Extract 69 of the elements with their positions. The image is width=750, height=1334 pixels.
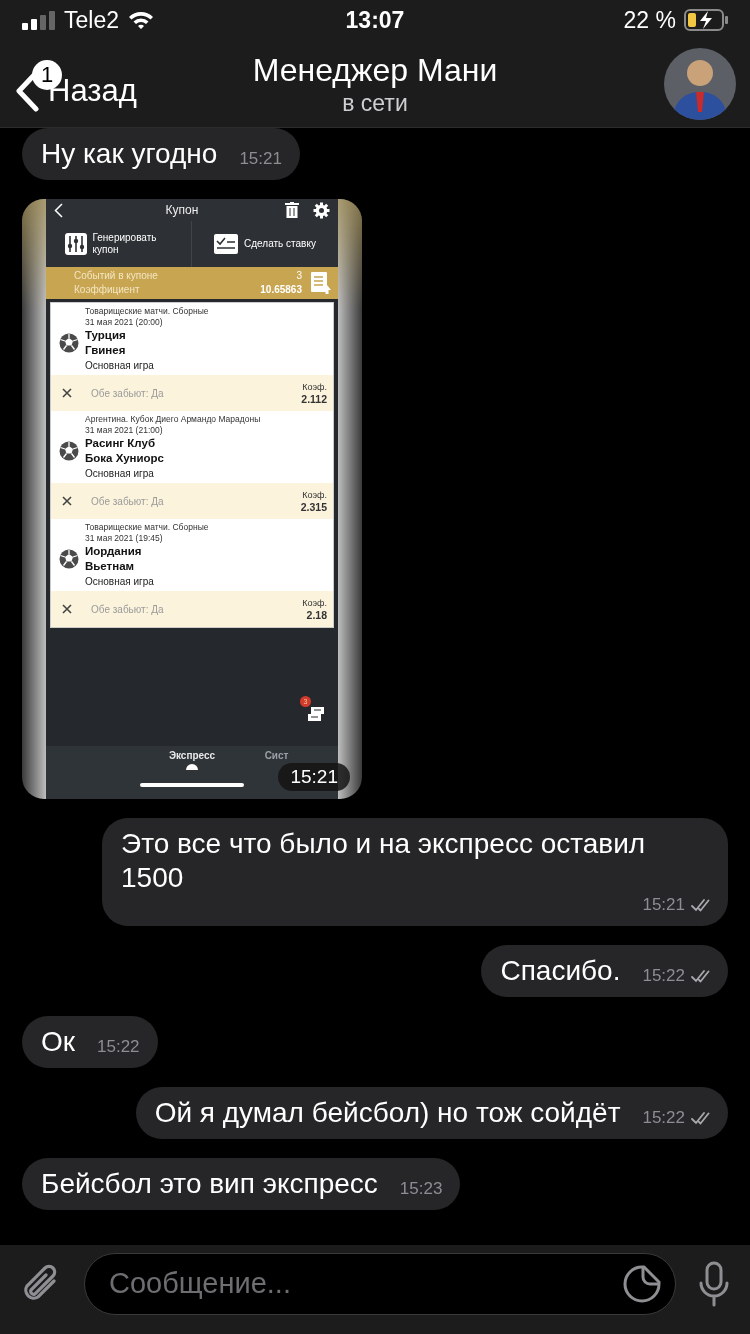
soccer-ball-icon — [59, 548, 79, 569]
total-odds: 10.65863 — [260, 283, 302, 297]
microphone-icon[interactable] — [698, 1260, 730, 1307]
team-name: Иордания — [85, 544, 143, 559]
clock-time: 13:07 — [345, 6, 405, 34]
close-icon[interactable] — [62, 388, 72, 398]
ticket-icon[interactable] — [308, 706, 324, 722]
wifi-icon — [127, 10, 155, 30]
message-time: 15:21 — [239, 149, 282, 169]
message-text: Бейсбол это вип экспресс — [41, 1167, 378, 1201]
tab[interactable]: Экспресс — [168, 750, 216, 770]
soccer-ball-icon — [59, 332, 79, 353]
message-time: 15:22 — [97, 1037, 140, 1057]
message-text: Это все что было и на экспресс оставил 1500 — [121, 827, 647, 895]
team-name: Гвинея — [85, 343, 127, 358]
team-name: Расинг Клуб — [85, 436, 156, 451]
match-date: 31 мая 2021 (21:00) — [85, 425, 164, 436]
market-name: Основная игра — [85, 359, 155, 373]
message-time: 15:23 — [399, 1179, 443, 1199]
message-field[interactable]: Сообщение... — [84, 1252, 676, 1315]
chat-title: Менеджер Мани — [252, 50, 498, 89]
message-time: 15:21 — [642, 895, 685, 915]
close-icon[interactable] — [62, 604, 72, 614]
message-time: 15:22 — [642, 966, 685, 986]
team-name: Вьетнам — [85, 559, 136, 574]
battery-percent: 22 % — [623, 6, 676, 34]
events-count: 3 — [296, 269, 302, 283]
market-name: Основная игра — [85, 575, 155, 589]
team-name: Бока Хуниорс — [85, 451, 165, 466]
chevron-left-icon[interactable] — [54, 202, 63, 218]
screen-title: Купон — [164, 203, 200, 217]
match-date: 31 мая 2021 (20:00) — [85, 317, 164, 328]
settings-icon[interactable] — [313, 201, 330, 219]
trash-icon[interactable] — [285, 201, 299, 218]
sliders-icon — [64, 233, 87, 255]
league-name: Товарищеские матчи. Сборные — [85, 522, 210, 533]
message-text: Ой я думал бейсбол) но тож сойдёт — [154, 1096, 621, 1130]
selected-indicator-icon — [186, 763, 198, 770]
odds-label: Коэф. — [302, 380, 327, 393]
battery-charging-icon — [684, 9, 728, 31]
online-status: в сети — [342, 88, 408, 117]
odds-value: 2.112 — [301, 392, 327, 406]
message-text: Ну как угодно — [41, 137, 218, 171]
action-button[interactable]: Сделать ставку — [192, 221, 338, 267]
league-name: Аргентина. Кубок Диего Армандо Марадоны — [85, 414, 262, 425]
soccer-ball-icon — [59, 440, 79, 461]
outcome-text: Обе забьют: Да — [90, 387, 165, 399]
summary-label: Событий в купоне — [74, 269, 159, 283]
match-date: 31 мая 2021 (19:45) — [85, 533, 164, 544]
odds-value: 2.18 — [306, 608, 327, 622]
checklist-icon — [214, 234, 239, 254]
odds-label: Коэф. — [302, 488, 327, 501]
summary-label: Коэффициент — [74, 283, 141, 297]
team-name: Турция — [85, 328, 127, 343]
sticker-icon[interactable] — [622, 1263, 662, 1304]
message-text: Ок — [41, 1025, 76, 1059]
odds-label: Коэф. — [302, 596, 327, 609]
message-text: Спасибо. — [500, 954, 621, 988]
market-name: Основная игра — [85, 467, 155, 481]
tab[interactable]: Сист — [215, 750, 338, 762]
carrier-name: Tele2 — [64, 6, 119, 34]
close-icon[interactable] — [62, 496, 72, 506]
outcome-text: Обе забьют: Да — [90, 495, 165, 507]
odds-value: 2.315 — [300, 500, 327, 514]
message-time: 15:21 — [278, 763, 350, 791]
outcome-text: Обе забьют: Да — [90, 603, 165, 615]
signal-icon — [22, 10, 56, 30]
league-name: Товарищеские матчи. Сборные — [85, 306, 210, 317]
message-time: 15:22 — [642, 1108, 685, 1128]
